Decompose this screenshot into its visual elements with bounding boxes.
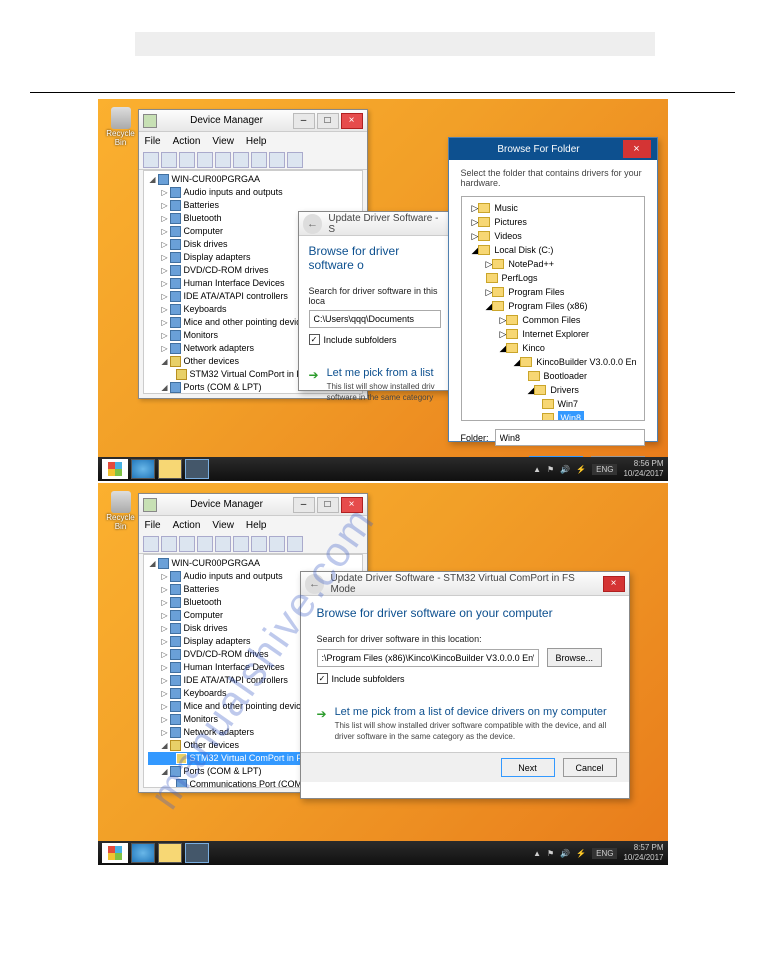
- include-subfolders-check[interactable]: ✓Include subfolders: [309, 334, 442, 345]
- devmgr-title: Device Manager: [161, 115, 293, 126]
- devmgr-toolbar: [139, 150, 367, 170]
- back-button[interactable]: ←: [303, 214, 323, 234]
- desktop-recyclebin[interactable]: Recycle Bin: [106, 491, 136, 531]
- dialog-title: Browse For Folder: [455, 144, 623, 155]
- search-label: Search for driver software in this locat…: [317, 634, 613, 644]
- taskbar-ie-icon[interactable]: [131, 843, 155, 863]
- close-button[interactable]: ×: [341, 497, 363, 513]
- wizard-titlebar[interactable]: ← Update Driver Software - STM32 Virtual…: [301, 572, 629, 596]
- tray-clock[interactable]: 8:56 PM10/24/2017: [623, 459, 663, 479]
- menu-action[interactable]: Action: [173, 136, 201, 147]
- menu-file[interactable]: File: [145, 136, 161, 147]
- taskbar: ▲⚑🔊⚡ ENG 8:56 PM10/24/2017: [98, 457, 668, 481]
- wizard-titlebar[interactable]: ← Update Driver Software - S: [299, 212, 452, 236]
- minimize-button[interactable]: –: [293, 113, 315, 129]
- browse-button[interactable]: Browse...: [547, 648, 603, 667]
- taskbar: ▲⚑🔊⚡ ENG 8:57 PM10/24/2017: [98, 841, 668, 865]
- back-button[interactable]: ←: [305, 574, 325, 594]
- menu-file[interactable]: File: [145, 520, 161, 531]
- folder-selected: Win8: [466, 411, 640, 421]
- dialog-titlebar[interactable]: Browse For Folder ×: [449, 138, 657, 160]
- menu-help[interactable]: Help: [246, 136, 267, 147]
- next-button[interactable]: Next: [501, 758, 555, 777]
- driver-path-input[interactable]: [309, 310, 441, 328]
- screenshot-2: Recycle Bin Device Manager – □ × File Ac…: [98, 483, 668, 865]
- page-separator: [30, 92, 735, 93]
- start-button[interactable]: [102, 459, 128, 479]
- search-label: Search for driver software in this loca: [309, 286, 442, 306]
- toolbar-icon[interactable]: [161, 152, 177, 168]
- devmgr-window-buttons: – □ ×: [293, 113, 363, 129]
- screenshot-1: Recycle Bin Device Manager – □ × File Ac…: [98, 99, 668, 481]
- arrow-icon: ➔: [317, 707, 327, 742]
- update-driver-wizard: ← Update Driver Software - S Browse for …: [298, 211, 453, 391]
- menu-view[interactable]: View: [212, 520, 234, 531]
- taskbar-app-icon[interactable]: [185, 459, 209, 479]
- system-tray[interactable]: ▲⚑🔊⚡ ENG 8:57 PM10/24/2017: [533, 843, 663, 863]
- toolbar-icon[interactable]: [215, 152, 231, 168]
- taskbar-ie-icon[interactable]: [131, 459, 155, 479]
- desktop-recyclebin[interactable]: Recycle Bin: [106, 107, 136, 147]
- toolbar-icon[interactable]: [179, 152, 195, 168]
- toolbar-icon[interactable]: [143, 152, 159, 168]
- folder-label: Folder:: [461, 433, 489, 443]
- wizard-heading: Browse for driver software on your compu…: [317, 606, 613, 620]
- cancel-button[interactable]: Cancel: [563, 758, 617, 777]
- pick-from-list-option[interactable]: Let me pick from a list: [327, 367, 435, 379]
- start-button[interactable]: [102, 843, 128, 863]
- devmgr-window-icon: [143, 498, 157, 512]
- taskbar-explorer-icon[interactable]: [158, 459, 182, 479]
- close-button[interactable]: ×: [603, 576, 625, 592]
- devmgr-window-icon: [143, 114, 157, 128]
- devmgr-titlebar[interactable]: Device Manager – □ ×: [139, 494, 367, 516]
- taskbar-app-icon[interactable]: [185, 843, 209, 863]
- maximize-button[interactable]: □: [317, 497, 339, 513]
- devmgr-titlebar[interactable]: Device Manager – □ ×: [139, 110, 367, 132]
- toolbar-icon[interactable]: [287, 152, 303, 168]
- option-desc: This list will show installed driver sof…: [335, 720, 613, 742]
- toolbar-icon[interactable]: [269, 152, 285, 168]
- update-driver-wizard: ← Update Driver Software - STM32 Virtual…: [300, 571, 630, 799]
- toolbar-icon[interactable]: [233, 152, 249, 168]
- taskbar-explorer-icon[interactable]: [158, 843, 182, 863]
- dialog-hint: Select the folder that contains drivers …: [461, 168, 645, 188]
- wizard-title: Update Driver Software - STM32 Virtual C…: [330, 573, 602, 595]
- close-button[interactable]: ×: [341, 113, 363, 129]
- browse-folder-dialog: Browse For Folder × Select the folder th…: [448, 137, 658, 442]
- wizard-buttonbar: Next Cancel: [301, 752, 629, 782]
- folder-input[interactable]: [495, 429, 645, 446]
- driver-path-input[interactable]: [317, 649, 539, 667]
- devmgr-menubar: File Action View Help: [139, 132, 367, 150]
- close-button[interactable]: ×: [623, 140, 651, 158]
- wizard-title: Update Driver Software - S: [328, 213, 447, 235]
- menu-view[interactable]: View: [212, 136, 234, 147]
- wizard-heading: Browse for driver software o: [309, 244, 442, 272]
- pick-from-list-option[interactable]: Let me pick from a list of device driver…: [335, 706, 613, 718]
- include-subfolders-check[interactable]: ✓Include subfolders: [317, 673, 613, 684]
- toolbar-icon[interactable]: [251, 152, 267, 168]
- menu-action[interactable]: Action: [173, 520, 201, 531]
- maximize-button[interactable]: □: [317, 113, 339, 129]
- menu-help[interactable]: Help: [246, 520, 267, 531]
- toolbar-icon[interactable]: [197, 152, 213, 168]
- desktop-recyclebin-label: Recycle Bin: [106, 129, 136, 147]
- option-desc: This list will show installed driv softw…: [327, 381, 435, 403]
- folder-tree[interactable]: ▷Music ▷Pictures ▷Videos ◢Local Disk (C:…: [461, 196, 645, 421]
- page-banner: [135, 32, 655, 56]
- tree-row: ◢WIN-CUR00PGRGAA: [148, 173, 358, 186]
- minimize-button[interactable]: –: [293, 497, 315, 513]
- tray-lang[interactable]: ENG: [592, 464, 617, 475]
- arrow-icon: ➔: [309, 368, 319, 403]
- system-tray[interactable]: ▲⚑🔊⚡ ENG 8:56 PM10/24/2017: [533, 459, 663, 479]
